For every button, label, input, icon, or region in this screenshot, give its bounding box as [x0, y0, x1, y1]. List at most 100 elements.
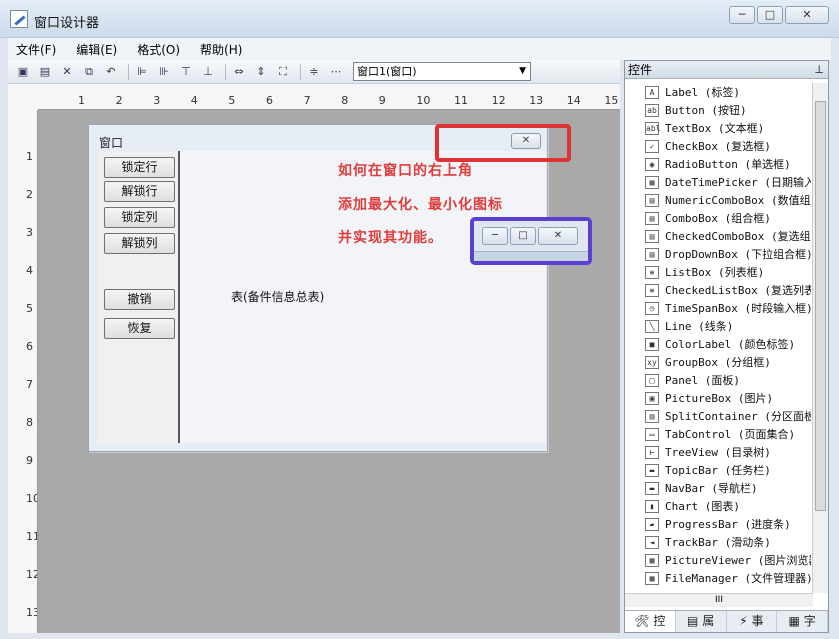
- align-right-icon[interactable]: ⊪: [155, 63, 173, 81]
- toolbox-item[interactable]: ▦ DateTimePicker (日期输入框): [625, 173, 811, 191]
- vertical-spacing-icon[interactable]: ≑: [305, 63, 323, 81]
- ruler-corner: [8, 84, 38, 110]
- same-height-icon[interactable]: ⇕: [252, 63, 270, 81]
- toolbox-item[interactable]: abl TextBox (文本框): [625, 119, 811, 137]
- unlock-row-button[interactable]: 解锁行: [104, 181, 175, 202]
- align-left-icon[interactable]: ⊫: [133, 63, 151, 81]
- tab-properties[interactable]: ▤ 属: [676, 611, 727, 632]
- toolbox-item[interactable]: ⊢ TreeView (目录树): [625, 443, 811, 461]
- toolbox-item[interactable]: xy GroupBox (分组框): [625, 353, 811, 371]
- tab-fields[interactable]: ▦ 字: [777, 611, 828, 632]
- ruler-h-number: 10: [416, 94, 431, 107]
- form-title: 窗口: [99, 136, 124, 150]
- minimize-button[interactable]: ─: [729, 6, 755, 24]
- align-top-icon[interactable]: ⊤: [177, 63, 195, 81]
- ruler-h-number: 6: [266, 94, 273, 107]
- window-controls: ─ □ ✕: [729, 6, 829, 24]
- toolbox-item[interactable]: A Label (标签): [625, 83, 811, 101]
- toolbox-item[interactable]: ■ ColorLabel (颜色标签): [625, 335, 811, 353]
- redo-button[interactable]: 恢复: [104, 318, 175, 339]
- toolbox-item[interactable]: ab Button (按钮): [625, 101, 811, 119]
- save-icon[interactable]: ▣: [14, 63, 32, 81]
- menu-format[interactable]: 格式(O): [129, 41, 188, 58]
- close-button[interactable]: ✕: [785, 6, 829, 24]
- scroll-thumb[interactable]: [815, 101, 826, 511]
- toolbox-item[interactable]: ▭ TabControl (页面集合): [625, 425, 811, 443]
- toolbox-item[interactable]: ≡ ListBox (列表框): [625, 263, 811, 281]
- control-icon: ▦: [645, 175, 659, 189]
- pin-icon[interactable]: ⊥: [814, 61, 824, 79]
- toolbox-item[interactable]: ▮ Chart (图表): [625, 497, 811, 515]
- control-icon: ◉: [645, 157, 659, 171]
- ruler-v-number: 10: [26, 492, 37, 505]
- lock-column-button[interactable]: 锁定列: [104, 207, 175, 228]
- undo-button[interactable]: 撤销: [104, 289, 175, 310]
- toolbox-item[interactable]: ╲ Line (线条): [625, 317, 811, 335]
- toolbox-item[interactable]: ◄ TrackBar (滑动条): [625, 533, 811, 551]
- menu-file[interactable]: 文件(F): [8, 41, 64, 58]
- minimize-icon: ─: [482, 227, 508, 245]
- tab-controls[interactable]: 🛠 控: [625, 611, 676, 632]
- toolbox-item[interactable]: ◷ TimeSpanBox (时段输入框): [625, 299, 811, 317]
- toolbox-horizontal-scrollbar[interactable]: III: [625, 593, 813, 607]
- toolbox-item[interactable]: ◉ RadioButton (单选框): [625, 155, 811, 173]
- toolbox-item[interactable]: ▤ CheckedComboBox (复选组合框): [625, 227, 811, 245]
- tab-events[interactable]: ⚡ 事: [727, 611, 778, 632]
- lock-row-button[interactable]: 锁定行: [104, 157, 175, 178]
- desired-window-controls: ─ □ ✕: [482, 227, 578, 245]
- toolbox-item-label: CheckBox (复选框): [665, 140, 771, 153]
- toolbox-vertical-scrollbar[interactable]: [812, 83, 828, 593]
- ruler-h-number: 11: [454, 94, 468, 107]
- toolbox-item[interactable]: ≡ CheckedListBox (复选列表框): [625, 281, 811, 299]
- cut-icon[interactable]: ✕: [58, 63, 76, 81]
- toolbox-item[interactable]: ▬ TopicBar (任务栏): [625, 461, 811, 479]
- control-icon: ≡: [645, 265, 659, 279]
- ruler-h-number: 7: [303, 94, 311, 107]
- toolbox-item-label: FileManager (文件管理器): [665, 572, 811, 585]
- toolbox-item[interactable]: ▩ FileManager (文件管理器): [625, 569, 811, 587]
- unlock-column-button[interactable]: 解锁列: [104, 233, 175, 254]
- toolbox-item-label: Button (按钮): [665, 104, 747, 117]
- ruler-h-number: 2: [115, 94, 123, 107]
- toolbox-item[interactable]: ▬ NavBar (导航栏): [625, 479, 811, 497]
- ruler-v-number: 1: [26, 150, 33, 163]
- toolbox-item[interactable]: □ Panel (面板): [625, 371, 811, 389]
- vertical-ruler: 12345678910111213: [8, 110, 38, 633]
- toolbox-item-label: ListBox (列表框): [665, 266, 765, 279]
- form-selector-combo[interactable]: 窗口1(窗口) ▼: [353, 62, 531, 81]
- toolbox-item[interactable]: ▥ SplitContainer (分区面板): [625, 407, 811, 425]
- toolbox-item[interactable]: ▣ PictureBox (图片): [625, 389, 811, 407]
- window-title: 窗口设计器: [34, 16, 100, 31]
- toolbox-title: 控件: [628, 63, 653, 77]
- control-icon: ▤: [645, 229, 659, 243]
- menu-edit[interactable]: 编辑(E): [68, 41, 125, 58]
- ruler-h-number: 8: [341, 94, 349, 107]
- undo-icon[interactable]: ↶: [102, 63, 120, 81]
- toolbox-item-label: TreeView (目录树): [665, 446, 771, 459]
- save-all-icon[interactable]: ▤: [36, 63, 54, 81]
- control-icon: ◄: [645, 535, 659, 549]
- horizontal-spacing-icon[interactable]: ⋯: [327, 63, 345, 81]
- table-placeholder[interactable]: 表(备件信息总表): [231, 288, 324, 305]
- toolbox-item[interactable]: ▤ ComboBox (组合框): [625, 209, 811, 227]
- toolbox-item[interactable]: ▤ DropDownBox (下拉组合框): [625, 245, 811, 263]
- toolbox-item-label: Label (标签): [665, 86, 740, 99]
- toolbox-item-label: DateTimePicker (日期输入框): [665, 176, 811, 189]
- design-canvas[interactable]: 窗口 ✕ 锁定行 解锁行 锁定列 解锁列 撤销 恢复 表(备件信息总表) 如何在…: [38, 110, 620, 633]
- ruler-h-number: 9: [378, 94, 386, 107]
- same-size-icon[interactable]: ⛶: [274, 63, 292, 81]
- toolbox-item[interactable]: ▩ PictureViewer (图片浏览器): [625, 551, 811, 569]
- align-bottom-icon[interactable]: ⊥: [199, 63, 217, 81]
- same-width-icon[interactable]: ⇔: [230, 63, 248, 81]
- copy-icon[interactable]: ⧉: [80, 63, 98, 81]
- control-icon: ▩: [645, 553, 659, 567]
- ruler-h-number: 1: [78, 94, 85, 107]
- maximize-button[interactable]: □: [757, 6, 783, 24]
- control-icon: xy: [645, 355, 659, 369]
- toolbox-item[interactable]: ✓ CheckBox (复选框): [625, 137, 811, 155]
- designed-form[interactable]: 窗口 ✕ 锁定行 解锁行 锁定列 解锁列 撤销 恢复 表(备件信息总表): [88, 124, 548, 452]
- control-icon: abl: [645, 121, 661, 135]
- menu-help[interactable]: 帮助(H): [192, 41, 250, 58]
- toolbox-item[interactable]: ▤ NumericComboBox (数值组合框): [625, 191, 811, 209]
- toolbox-item[interactable]: ▰ ProgressBar (进度条): [625, 515, 811, 533]
